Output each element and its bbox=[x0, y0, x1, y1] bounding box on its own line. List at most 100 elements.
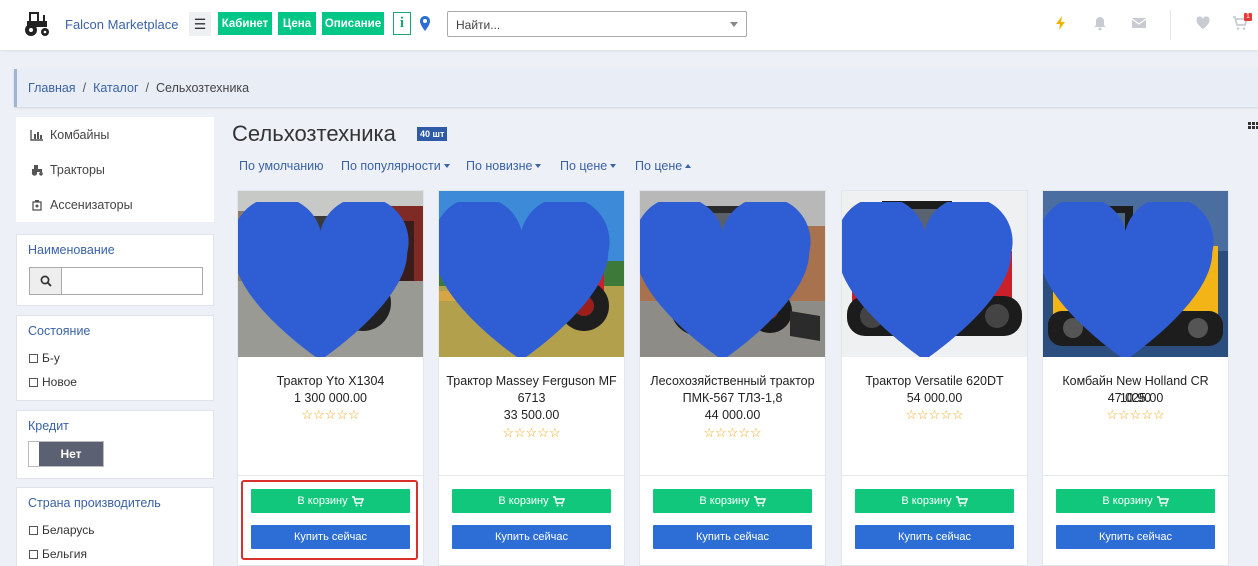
filter-state: Состояние Б-у Новое bbox=[16, 315, 214, 401]
cart-count-badge: 1 bbox=[1244, 13, 1252, 21]
product-image[interactable] bbox=[842, 191, 1027, 357]
envelope-icon[interactable] bbox=[1131, 15, 1147, 31]
add-to-cart-button[interactable]: В корзину bbox=[653, 489, 812, 513]
breadcrumb-home-link[interactable]: Главная bbox=[28, 81, 76, 95]
caret-down-icon bbox=[535, 164, 542, 168]
credit-toggle[interactable]: Нет bbox=[28, 441, 104, 467]
nav-description-button[interactable]: Описание bbox=[322, 12, 384, 35]
product-image[interactable] bbox=[640, 191, 825, 357]
category-list: Комбайны Тракторы Ассенизаторы bbox=[16, 117, 214, 222]
add-to-cart-button[interactable]: В корзину bbox=[855, 489, 1014, 513]
tractor-logo-icon[interactable] bbox=[21, 11, 51, 37]
card-divider bbox=[439, 475, 624, 476]
product-card[interactable]: Лесохозяйственный трактор ПМК-567 ТЛЗ-1,… bbox=[639, 190, 826, 566]
checkbox-label: Бельгия bbox=[42, 547, 87, 561]
buy-now-button[interactable]: Купить сейчас bbox=[452, 525, 611, 549]
product-name[interactable]: Лесохозяйственный трактор ПМК-567 ТЛЗ-1,… bbox=[646, 373, 819, 407]
checkbox-label: Б-у bbox=[42, 351, 60, 365]
favorite-heart-icon[interactable] bbox=[640, 202, 815, 357]
filter-credit-title: Кредит bbox=[28, 419, 69, 433]
breadcrumb-separator: / bbox=[145, 81, 149, 95]
country-option-belarus[interactable]: Беларусь bbox=[29, 523, 94, 537]
info-icon[interactable]: i bbox=[393, 12, 411, 35]
caret-up-icon bbox=[685, 164, 692, 168]
country-option-belgium[interactable]: Бельгия bbox=[29, 547, 87, 561]
sort-default[interactable]: По умолчанию bbox=[239, 159, 324, 173]
product-name[interactable]: Трактор Versatile 620DT bbox=[848, 373, 1021, 390]
rating-stars[interactable]: ☆☆☆☆☆ bbox=[238, 407, 423, 423]
filter-country: Страна производитель Беларусь Бельгия bbox=[16, 487, 214, 566]
category-label: Ассенизаторы bbox=[50, 198, 133, 212]
product-image[interactable] bbox=[1043, 191, 1228, 357]
filter-credit: Кредит Нет bbox=[16, 410, 214, 479]
search-icon[interactable] bbox=[30, 268, 62, 294]
category-tractors[interactable]: Тракторы bbox=[30, 163, 105, 177]
checkbox[interactable] bbox=[29, 353, 38, 363]
name-search-input[interactable] bbox=[29, 267, 203, 295]
nav-cabinet-button[interactable]: Кабинет bbox=[218, 12, 272, 35]
product-image[interactable] bbox=[238, 191, 423, 357]
bell-icon[interactable] bbox=[1092, 15, 1108, 31]
product-name[interactable]: Трактор Massey Ferguson MF 6713 bbox=[445, 373, 618, 407]
checkbox-label: Новое bbox=[42, 375, 77, 389]
sort-label: По цене bbox=[560, 159, 608, 173]
breadcrumb-catalog-link[interactable]: Каталог bbox=[93, 81, 138, 95]
checkbox[interactable] bbox=[29, 525, 38, 535]
product-card[interactable]: Трактор Versatile 620DT 54 000.00 ☆☆☆☆☆ … bbox=[841, 190, 1028, 566]
page-title: Сельхозтехника bbox=[232, 121, 396, 146]
cart-icon bbox=[552, 495, 565, 506]
rating-stars[interactable]: ☆☆☆☆☆ bbox=[439, 425, 624, 441]
favorite-heart-icon[interactable] bbox=[238, 202, 413, 357]
bar-chart-icon bbox=[30, 130, 43, 141]
button-label: В корзину bbox=[498, 495, 549, 507]
heart-icon[interactable] bbox=[1195, 15, 1211, 31]
favorite-heart-icon[interactable] bbox=[842, 202, 1017, 357]
location-pin-icon[interactable] bbox=[418, 15, 432, 33]
rating-stars[interactable]: ☆☆☆☆☆ bbox=[842, 407, 1027, 423]
category-combines[interactable]: Комбайны bbox=[30, 128, 109, 142]
favorite-heart-icon[interactable] bbox=[439, 202, 614, 357]
favorite-heart-icon[interactable] bbox=[1043, 202, 1218, 357]
card-divider bbox=[842, 475, 1027, 476]
cart-icon bbox=[1156, 495, 1169, 506]
tank-icon bbox=[32, 200, 42, 211]
caret-down-icon bbox=[610, 164, 617, 168]
checkbox[interactable] bbox=[29, 377, 38, 387]
add-to-cart-button[interactable]: В корзину bbox=[452, 489, 611, 513]
product-price: 33 500.00 bbox=[503, 408, 560, 422]
sort-popularity[interactable]: По популярности bbox=[341, 159, 450, 173]
sort-price-asc[interactable]: По цене bbox=[635, 159, 692, 173]
rating-stars[interactable]: ☆☆☆☆☆ bbox=[640, 425, 825, 441]
product-name[interactable]: Трактор Yto X1304 bbox=[244, 373, 417, 390]
rating-stars[interactable]: ☆☆☆☆☆ bbox=[1043, 407, 1228, 423]
buy-now-button[interactable]: Купить сейчас bbox=[653, 525, 812, 549]
product-card[interactable]: Трактор Massey Ferguson MF 6713 33 500.0… bbox=[438, 190, 625, 566]
hamburger-menu-icon[interactable]: ☰ bbox=[189, 12, 211, 36]
buy-now-button[interactable]: Купить сейчас bbox=[1056, 525, 1215, 549]
header-separator bbox=[1170, 10, 1171, 40]
sort-price-desc[interactable]: По цене bbox=[560, 159, 617, 173]
category-label: Комбайны bbox=[50, 128, 110, 142]
product-price: 1 300 000.00 bbox=[294, 391, 367, 405]
nav-price-button[interactable]: Цена bbox=[278, 12, 316, 35]
highlight-box bbox=[241, 480, 418, 560]
brand-name[interactable]: Falcon Marketplace bbox=[65, 17, 178, 32]
sort-label: По цене bbox=[635, 159, 683, 173]
sort-newest[interactable]: По новизне bbox=[466, 159, 542, 173]
sort-label: По умолчанию bbox=[239, 159, 324, 173]
product-image[interactable] bbox=[439, 191, 624, 357]
button-label: В корзину bbox=[699, 495, 750, 507]
buy-now-button[interactable]: Купить сейчас bbox=[855, 525, 1014, 549]
lightning-icon[interactable] bbox=[1053, 15, 1069, 31]
category-sewage-trucks[interactable]: Ассенизаторы bbox=[30, 198, 133, 212]
state-option-used[interactable]: Б-у bbox=[29, 351, 60, 365]
product-price: 47 025.00 bbox=[1107, 391, 1164, 405]
product-card[interactable]: Комбайн New Holland CR 10.90 47 025.00 ☆… bbox=[1042, 190, 1229, 566]
add-to-cart-button[interactable]: В корзину bbox=[1056, 489, 1215, 513]
state-option-new[interactable]: Новое bbox=[29, 375, 77, 389]
grid-view-icon[interactable] bbox=[1248, 122, 1258, 132]
breadcrumb-separator: / bbox=[82, 81, 87, 95]
checkbox[interactable] bbox=[29, 549, 38, 559]
product-count-badge: 40 шт bbox=[417, 127, 448, 141]
search-select[interactable]: Найти... bbox=[447, 11, 747, 37]
